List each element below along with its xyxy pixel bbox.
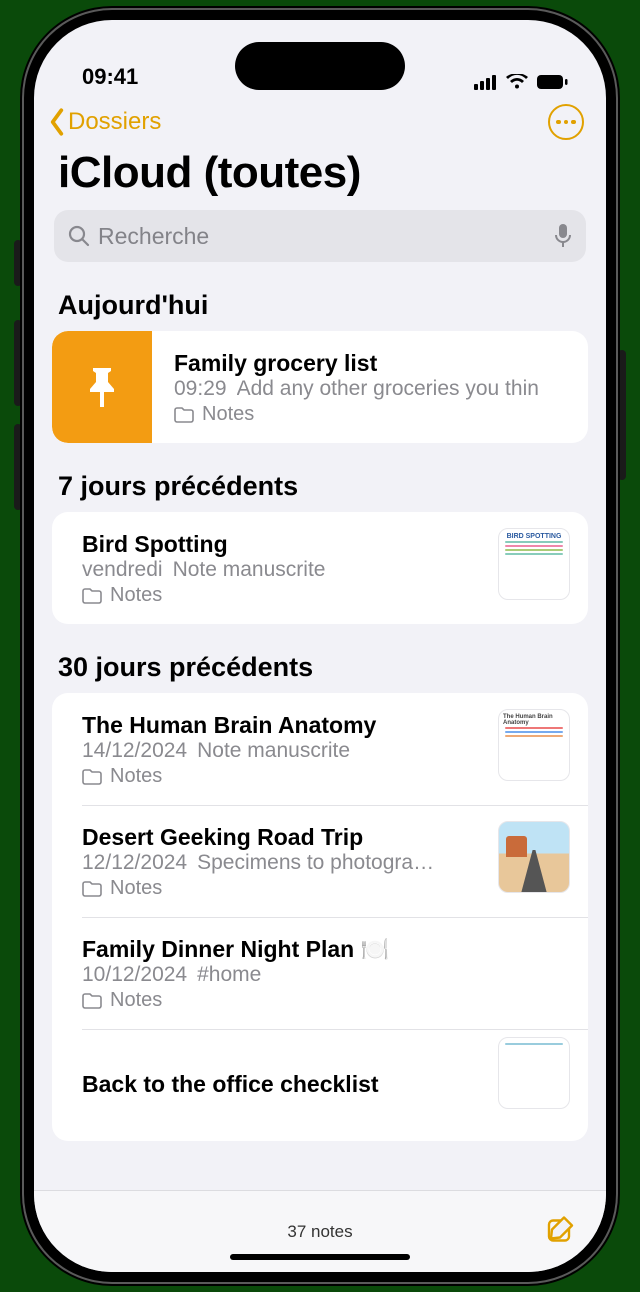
section-week: Bird Spotting vendredi Note manuscrite N… [52, 512, 588, 624]
folder-icon [82, 993, 102, 1009]
note-row[interactable]: Family grocery list 09:29 Add any other … [52, 331, 588, 443]
note-thumbnail: BIRD SPOTTING [498, 528, 570, 600]
note-title: The Human Brain Anatomy [82, 712, 480, 739]
page-title: iCloud (toutes) [34, 140, 606, 208]
note-subtitle: vendredi Note manuscrite [82, 558, 480, 582]
search-field[interactable]: Recherche [54, 210, 586, 262]
dynamic-island [235, 42, 405, 90]
phone-frame: 09:41 Dossiers iCloud (toutes) Recherche [22, 8, 618, 1284]
pin-icon [83, 365, 121, 409]
folder-icon [82, 881, 102, 897]
folder-icon [174, 407, 194, 423]
back-button[interactable]: Dossiers [46, 107, 161, 137]
note-folder: Notes [82, 877, 480, 900]
note-thumbnail [498, 1037, 570, 1109]
section-today: Family grocery list 09:29 Add any other … [52, 331, 588, 443]
screen: 09:41 Dossiers iCloud (toutes) Recherche [34, 20, 606, 1272]
note-thumbnail: The Human Brain Anatomy [498, 709, 570, 781]
compose-button[interactable] [546, 1213, 578, 1250]
note-row[interactable]: Desert Geeking Road Trip 12/12/2024 Spec… [52, 805, 588, 917]
note-title: Back to the office checklist [82, 1071, 480, 1098]
section-month: The Human Brain Anatomy 14/12/2024 Note … [52, 693, 588, 1141]
note-title: Desert Geeking Road Trip [82, 824, 480, 851]
chevron-left-icon [46, 107, 68, 137]
folder-icon [82, 588, 102, 604]
compose-icon [546, 1213, 578, 1245]
home-indicator[interactable] [230, 1254, 410, 1260]
notes-count: 37 notes [287, 1222, 352, 1242]
wifi-icon [506, 74, 528, 90]
note-folder: Notes [82, 765, 480, 788]
navigation-bar: Dossiers [34, 100, 606, 140]
note-subtitle: 09:29 Add any other groceries you thin [174, 377, 570, 401]
note-subtitle: 10/12/2024 #home [82, 963, 570, 987]
battery-icon [536, 74, 568, 90]
note-title: Family Dinner Night Plan 🍽️ [82, 936, 570, 963]
note-subtitle: 12/12/2024 Specimens to photogra… [82, 851, 480, 875]
notes-list[interactable]: Aujourd'hui Family grocery list 09:29 Ad… [34, 262, 606, 1190]
note-row[interactable]: Back to the office checklist [52, 1029, 588, 1141]
note-folder: Notes [82, 989, 570, 1012]
pinned-indicator [52, 331, 152, 443]
status-time: 09:41 [82, 64, 138, 90]
section-header-today: Aujourd'hui [34, 262, 606, 331]
cellular-icon [474, 74, 498, 90]
back-label: Dossiers [68, 108, 161, 136]
section-header-month: 30 jours précédents [34, 624, 606, 693]
search-placeholder: Recherche [98, 223, 209, 250]
dictation-icon[interactable] [554, 223, 572, 249]
note-subtitle: 14/12/2024 Note manuscrite [82, 739, 480, 763]
more-options-button[interactable] [548, 104, 584, 140]
note-row[interactable]: Bird Spotting vendredi Note manuscrite N… [52, 512, 588, 624]
search-icon [68, 225, 90, 247]
note-row[interactable]: Family Dinner Night Plan 🍽️ 10/12/2024 #… [52, 917, 588, 1029]
note-thumbnail [498, 821, 570, 893]
note-folder: Notes [174, 403, 570, 426]
note-folder: Notes [82, 584, 480, 607]
note-row[interactable]: The Human Brain Anatomy 14/12/2024 Note … [52, 693, 588, 805]
note-title: Family grocery list [174, 350, 570, 377]
note-title: Bird Spotting [82, 531, 480, 558]
section-header-week: 7 jours précédents [34, 443, 606, 512]
folder-icon [82, 769, 102, 785]
